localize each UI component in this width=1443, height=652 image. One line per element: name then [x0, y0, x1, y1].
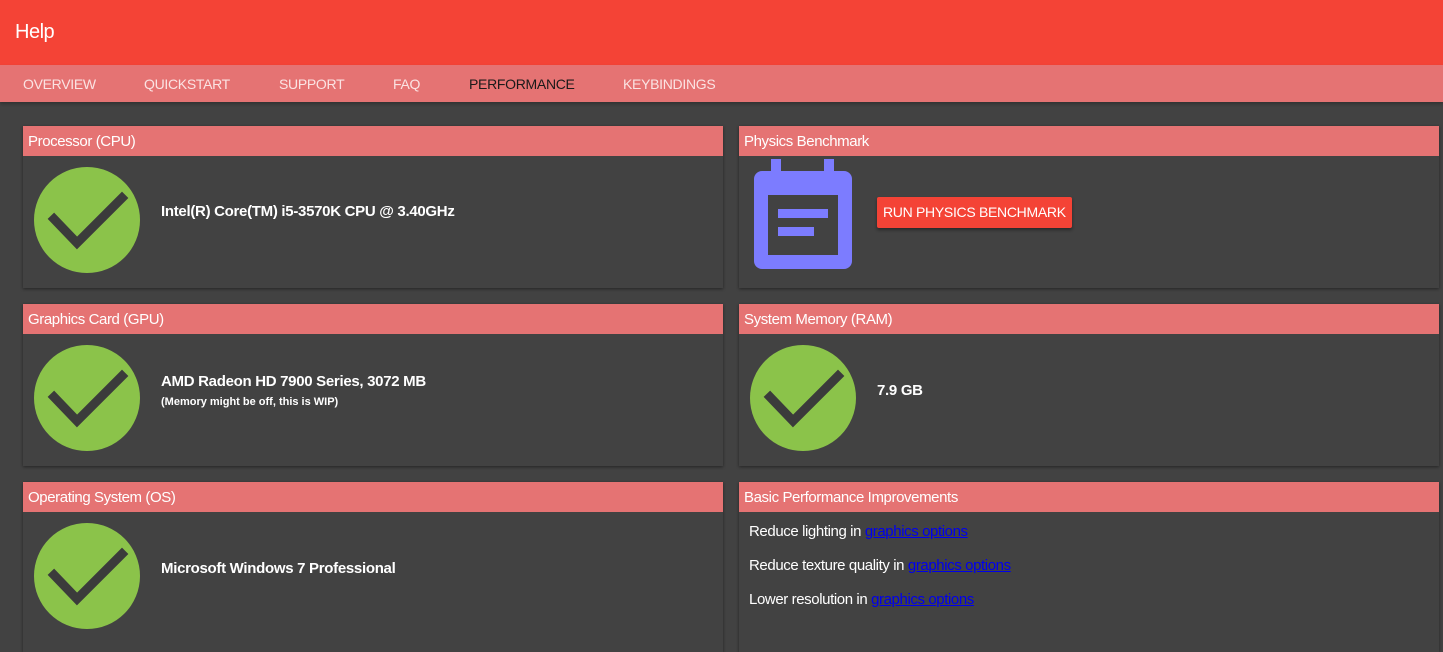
tab-overview[interactable]: OVERVIEW: [23, 76, 96, 92]
app-header: Help: [0, 0, 1443, 65]
ram-card: System Memory (RAM) 7.9 GB: [739, 304, 1439, 466]
card-title: System Memory (RAM): [744, 311, 893, 328]
card-header: Processor (CPU): [23, 126, 723, 156]
card-header: Physics Benchmark: [739, 126, 1439, 156]
card-title: Physics Benchmark: [744, 133, 869, 150]
gpu-card: Graphics Card (GPU) AMD Radeon HD 7900 S…: [23, 304, 723, 466]
performance-improvements-card: Basic Performance Improvements Reduce li…: [739, 482, 1439, 652]
tip-text: Reduce texture quality in: [749, 557, 908, 574]
cpu-name: Intel(R) Core(TM) i5-3570K CPU @ 3.40GHz: [161, 203, 455, 220]
tip-text: Reduce lighting in: [749, 523, 865, 540]
tip-text: Lower resolution in: [749, 591, 872, 608]
tab-bar: OVERVIEW QUICKSTART SUPPORT FAQ PERFORMA…: [0, 65, 1443, 102]
card-header: Operating System (OS): [23, 482, 723, 512]
os-card: Operating System (OS) Microsoft Windows …: [23, 482, 723, 652]
page-title: Help: [15, 21, 55, 43]
card-title: Processor (CPU): [28, 133, 136, 150]
os-name: Microsoft Windows 7 Professional: [161, 560, 396, 577]
tip-item: Reduce lighting in graphics options: [749, 523, 968, 540]
gpu-name: AMD Radeon HD 7900 Series, 3072 MB: [161, 373, 426, 390]
check-icon: [34, 523, 140, 629]
physics-benchmark-card: Physics Benchmark RUN PHYSICS BENCHMARK: [739, 126, 1439, 288]
check-icon: [750, 345, 856, 451]
ram-amount: 7.9 GB: [877, 382, 923, 399]
graphics-options-link[interactable]: graphics options: [871, 591, 974, 608]
gpu-note: (Memory might be off, this is WIP): [161, 396, 339, 408]
graphics-options-link[interactable]: graphics options: [865, 523, 968, 540]
tab-performance[interactable]: PERFORMANCE: [469, 76, 575, 92]
tip-item: Lower resolution in graphics options: [749, 591, 974, 608]
card-header: Graphics Card (GPU): [23, 304, 723, 334]
check-icon: [34, 345, 140, 451]
graphics-options-link[interactable]: graphics options: [908, 557, 1011, 574]
tab-quickstart[interactable]: QUICKSTART: [144, 76, 230, 92]
card-title: Basic Performance Improvements: [744, 489, 958, 506]
card-header: System Memory (RAM): [739, 304, 1439, 334]
tab-keybindings[interactable]: KEYBINDINGS: [623, 76, 716, 92]
check-icon: [34, 167, 140, 273]
run-physics-benchmark-button[interactable]: RUN PHYSICS BENCHMARK: [877, 197, 1072, 228]
card-title: Operating System (OS): [28, 489, 176, 506]
card-title: Graphics Card (GPU): [28, 311, 164, 328]
calendar-note-icon: [754, 159, 852, 269]
cpu-card: Processor (CPU) Intel(R) Core(TM) i5-357…: [23, 126, 723, 288]
tab-faq[interactable]: FAQ: [393, 76, 420, 92]
tab-support[interactable]: SUPPORT: [279, 76, 345, 92]
tip-item: Reduce texture quality in graphics optio…: [749, 557, 1011, 574]
card-header: Basic Performance Improvements: [739, 482, 1439, 512]
